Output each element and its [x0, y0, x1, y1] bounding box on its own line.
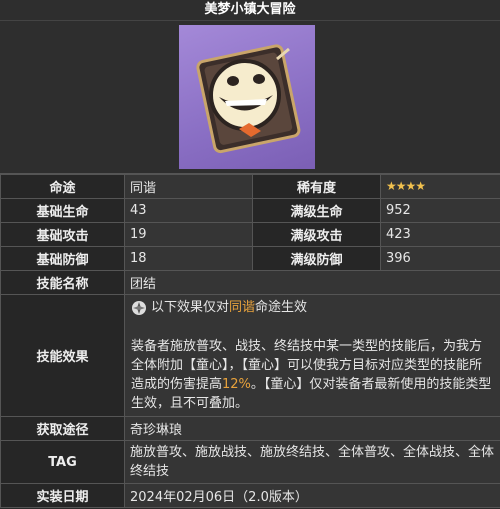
release-value: 2024年02月06日（2.0版本）: [124, 483, 500, 508]
lightcone-info-table: 命途 同谐 稀有度 ★★★★ 基础生命 43 满级生命 952 基础攻击 19 …: [0, 174, 500, 508]
base-atk-label: 基础攻击: [0, 222, 125, 247]
base-atk-value: 19: [124, 222, 253, 247]
lightcone-image-row: [0, 21, 500, 174]
base-hp-label: 基础生命: [0, 198, 125, 223]
table-row-tag: TAG 施放普攻、施放战技、施放终结技、全体普攻、全体战技、全体终结技: [0, 440, 500, 484]
effect-percentage: 12%: [222, 377, 251, 392]
lightcone-clockie-card-icon: [196, 44, 301, 154]
table-row-obtain: 获取途径 奇珍琳琅: [0, 416, 500, 441]
max-hp-label: 满级生命: [252, 198, 381, 223]
skill-name-value: 团结: [124, 270, 500, 295]
max-atk-label: 满级攻击: [252, 222, 381, 247]
skill-effect-label: 技能效果: [0, 294, 125, 417]
base-hp-value: 43: [124, 198, 253, 223]
skill-name-label: 技能名称: [0, 270, 125, 295]
table-row-hp: 基础生命 43 满级生命 952: [0, 198, 500, 223]
table-row-release: 实装日期 2024年02月06日（2.0版本）: [0, 483, 500, 508]
base-def-label: 基础防御: [0, 246, 125, 271]
tag-value: 施放普攻、施放战技、施放终结技、全体普攻、全体战技、全体终结技: [124, 440, 500, 484]
skill-effect-value: 以下效果仅对同谐命途生效 装备者施放普攻、战技、终结技中某一类型的技能后，为我方…: [124, 294, 500, 417]
harmony-path-icon: [132, 300, 146, 315]
base-def-value: 18: [124, 246, 253, 271]
skill-effect-intro: 以下效果仅对同谐命途生效: [131, 298, 494, 317]
table-row-def: 基础防御 18 满级防御 396: [0, 246, 500, 271]
release-label: 实装日期: [0, 483, 125, 508]
intro-path: 同谐: [229, 300, 256, 315]
max-def-value: 396: [380, 246, 500, 271]
skill-effect-text: 装备者施放普攻、战技、终结技中某一类型的技能后，为我方全体附加【童心】，【童心】…: [131, 337, 494, 413]
obtain-label: 获取途径: [0, 416, 125, 441]
table-row-atk: 基础攻击 19 满级攻击 423: [0, 222, 500, 247]
table-row-skill-effect: 技能效果 以下效果仅对同谐命途生效 装备者施放普攻、战技、终结技中某一类型的技能…: [0, 294, 500, 417]
table-row-skill-name: 技能名称 团结: [0, 270, 500, 295]
path-value: 同谐: [124, 174, 253, 199]
max-atk-value: 423: [380, 222, 500, 247]
table-row-path: 命途 同谐 稀有度 ★★★★: [0, 174, 500, 199]
max-def-label: 满级防御: [252, 246, 381, 271]
lightcone-card-image: [179, 25, 315, 169]
star-icons: ★★★★: [386, 179, 426, 193]
intro-suffix: 命途生效: [255, 300, 308, 315]
max-hp-value: 952: [380, 198, 500, 223]
rarity-stars: ★★★★: [380, 174, 500, 199]
path-label: 命途: [0, 174, 125, 199]
lightcone-title: 美梦小镇大冒险: [0, 0, 500, 21]
intro-prefix: 以下效果仅对: [151, 300, 230, 315]
obtain-value: 奇珍琳琅: [124, 416, 500, 441]
tag-label: TAG: [0, 440, 125, 484]
rarity-label: 稀有度: [252, 174, 381, 199]
